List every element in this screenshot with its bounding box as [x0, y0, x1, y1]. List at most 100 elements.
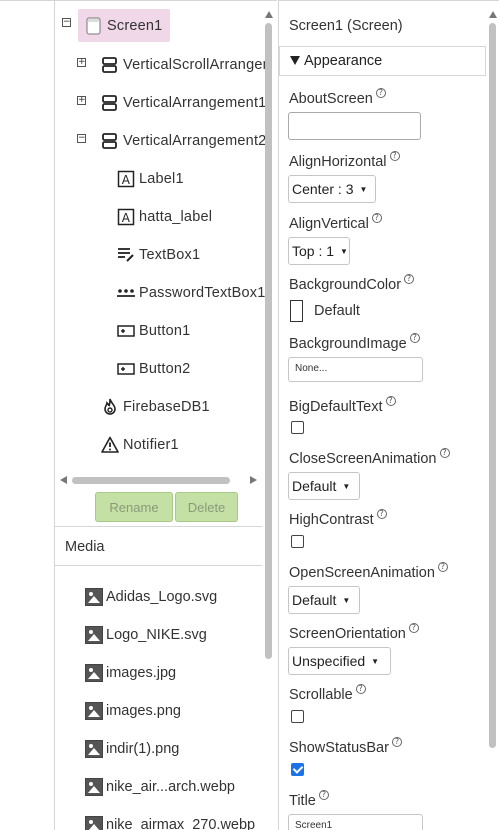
help-icon[interactable]: ?	[385, 396, 396, 406]
prop-label-screen-orientation: ScreenOrientation?	[289, 623, 419, 642]
scroll-left-arrow-icon[interactable]	[60, 476, 67, 484]
components-vertical-scrollbar[interactable]	[265, 23, 272, 659]
open-screen-animation-select[interactable]: Default ▼	[288, 586, 360, 614]
tree-item-label1[interactable]: A Label1	[117, 166, 184, 192]
media-item[interactable]: nike_airmax_270.webp	[85, 813, 255, 830]
delete-button[interactable]: Delete	[175, 492, 238, 522]
tree-item-label: VerticalArrangement1	[123, 95, 265, 111]
svg-text:A: A	[122, 211, 131, 225]
scrollable-checkbox[interactable]	[291, 710, 304, 723]
media-item[interactable]: nike_air...arch.webp	[85, 775, 235, 799]
screen-orientation-select[interactable]: Unspecified ▼	[288, 647, 391, 675]
vertical-arrangement-icon	[101, 56, 119, 74]
vertical-arrangement-icon	[101, 94, 119, 112]
help-icon[interactable]: ?	[437, 562, 448, 572]
tree-item-vertical-scroll-arrangement1[interactable]: VerticalScrollArrangement1	[101, 52, 265, 78]
tree-item-vertical-arrangement2[interactable]: VerticalArrangement2	[101, 128, 265, 154]
align-horizontal-select[interactable]: Center : 3 ▼	[288, 175, 376, 203]
dropdown-caret-icon: ▼	[371, 656, 380, 666]
help-icon[interactable]: ?	[376, 509, 387, 519]
button-icon	[117, 360, 135, 378]
media-item-label: Adidas_Logo.svg	[106, 589, 218, 605]
background-image-picker[interactable]: None...	[288, 357, 423, 382]
appearance-section-header[interactable]: Appearance	[279, 46, 486, 76]
prop-label-scrollable: Scrollable?	[289, 684, 366, 703]
big-default-text-checkbox[interactable]	[291, 421, 304, 434]
help-icon[interactable]: ?	[404, 274, 415, 284]
tree-item-password-textbox1[interactable]: PasswordTextBox1	[117, 280, 265, 306]
high-contrast-checkbox[interactable]	[291, 535, 304, 548]
properties-scroll-up-arrow-icon[interactable]	[489, 11, 497, 18]
expand-toggle-vertical-arrangement1[interactable]: +	[77, 96, 86, 105]
label-icon: A	[117, 208, 135, 226]
align-vertical-select[interactable]: Top : 1 ▼	[288, 237, 350, 265]
media-item[interactable]: images.jpg	[85, 661, 176, 685]
media-item-label: Logo_NIKE.svg	[106, 627, 207, 643]
prop-label-align-horizontal: AlignHorizontal?	[289, 151, 400, 170]
prop-label-show-status-bar: ShowStatusBar?	[289, 737, 402, 756]
scroll-right-arrow-icon[interactable]	[250, 476, 257, 484]
svg-text:A: A	[122, 173, 131, 187]
rename-button[interactable]: Rename	[95, 492, 173, 522]
components-horizontal-scrollbar[interactable]	[72, 477, 230, 484]
media-item[interactable]: indir(1).png	[85, 737, 179, 761]
about-screen-textarea[interactable]	[288, 112, 421, 140]
password-icon	[117, 284, 135, 302]
tree-item-notifier1[interactable]: Notifier1	[101, 432, 179, 458]
help-icon[interactable]: ?	[318, 790, 329, 800]
prop-label-background-image: BackgroundImage?	[289, 333, 420, 352]
screen-icon	[85, 17, 103, 35]
label-icon: A	[117, 170, 135, 188]
media-item-label: nike_airmax_270.webp	[106, 817, 256, 830]
image-file-icon	[85, 816, 103, 830]
component-tree: − Screen1 + VerticalScrollArrangement1 +…	[55, 1, 265, 469]
vertical-arrangement-icon	[101, 132, 119, 150]
tree-item-button2[interactable]: Button2	[117, 356, 190, 382]
image-file-icon	[85, 778, 103, 796]
expand-toggle-vertical-scroll-arrangement1[interactable]: +	[77, 58, 86, 67]
tree-item-label: Notifier1	[123, 437, 179, 453]
tree-item-textbox1[interactable]: TextBox1	[117, 242, 200, 268]
help-icon[interactable]: ?	[355, 684, 366, 694]
dropdown-caret-icon: ▼	[359, 184, 368, 194]
tree-item-label: hatta_label	[139, 209, 213, 225]
properties-panel: Screen1 (Screen) Appearance AboutScreen?…	[278, 0, 499, 830]
tree-item-firebasedb1[interactable]: FirebaseDB1	[101, 394, 210, 420]
show-status-bar-checkbox[interactable]	[291, 763, 304, 776]
title-input[interactable]: Screen1	[288, 814, 423, 830]
help-icon[interactable]: ?	[375, 88, 386, 98]
background-color-swatch[interactable]	[290, 300, 303, 322]
help-icon[interactable]: ?	[408, 623, 419, 633]
help-icon[interactable]: ?	[391, 737, 402, 747]
tree-item-screen1[interactable]: Screen1	[78, 9, 170, 42]
media-item-label: images.jpg	[106, 665, 177, 681]
tree-item-label: PasswordTextBox1	[139, 285, 265, 301]
properties-vertical-scrollbar[interactable]	[489, 23, 496, 748]
dropdown-caret-icon: ▼	[342, 595, 351, 605]
help-icon[interactable]: ?	[409, 333, 420, 343]
help-icon[interactable]: ?	[371, 213, 382, 223]
scroll-up-arrow-icon[interactable]	[265, 11, 273, 18]
media-item[interactable]: images.png	[85, 699, 181, 723]
button-icon	[117, 322, 135, 340]
media-panel-title: Media	[55, 526, 262, 566]
prop-label-close-screen-animation: CloseScreenAnimation?	[289, 448, 450, 467]
media-item[interactable]: Logo_NIKE.svg	[85, 623, 207, 647]
prop-label-big-default-text: BigDefaultText?	[289, 396, 396, 415]
help-icon[interactable]: ?	[439, 448, 450, 458]
tree-item-button1[interactable]: Button1	[117, 318, 190, 344]
close-screen-animation-select[interactable]: Default ▼	[288, 472, 360, 500]
tree-item-label: Label1	[139, 171, 184, 187]
prop-label-title: Title?	[289, 790, 329, 809]
tree-item-hatta-label[interactable]: A hatta_label	[117, 204, 212, 230]
collapse-toggle-vertical-arrangement2[interactable]: −	[77, 134, 86, 143]
collapse-triangle-icon	[290, 56, 300, 65]
collapse-toggle-screen1[interactable]: −	[62, 18, 71, 27]
tree-item-label: VerticalArrangement2	[123, 133, 265, 149]
media-item[interactable]: Adidas_Logo.svg	[85, 585, 217, 609]
properties-title: Screen1 (Screen)	[289, 18, 403, 34]
background-color-value[interactable]: Default	[314, 303, 360, 319]
media-item-label: nike_air...arch.webp	[106, 779, 235, 795]
tree-item-vertical-arrangement1[interactable]: VerticalArrangement1	[101, 90, 265, 116]
help-icon[interactable]: ?	[389, 151, 400, 161]
